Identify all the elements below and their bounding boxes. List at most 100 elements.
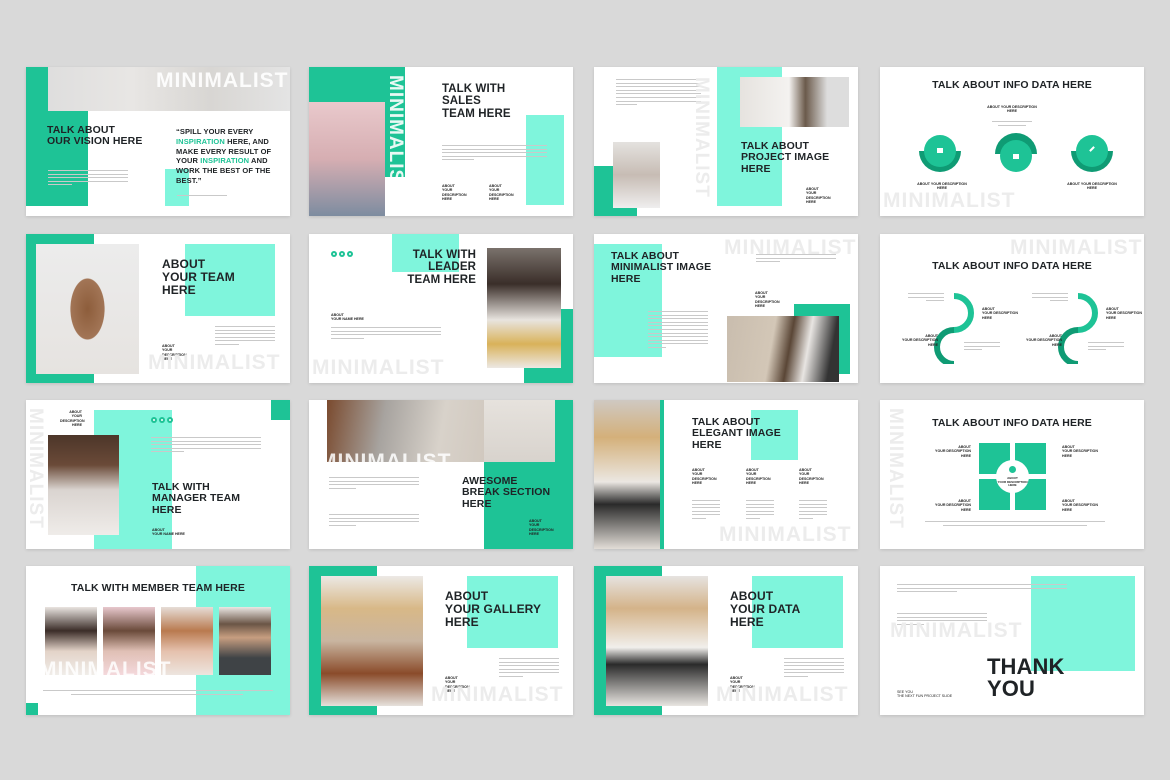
slide-title: TALK WITH MANAGER TEAM HERE <box>152 481 241 516</box>
slide-break-section[interactable]: MINIMALIST AWESOME BREAK SECTION HERE AB… <box>309 400 573 549</box>
body-text <box>616 79 701 108</box>
body-text <box>442 145 547 163</box>
slide-leader-team[interactable]: TALK WITH LEADER TEAM HERE ABOUT YOUR NA… <box>309 234 573 383</box>
slide-thank-you[interactable]: MINIMALIST THANK YOU SEE YOU THE NEXT FU… <box>880 566 1144 715</box>
slide-info-data-2[interactable]: MINIMALIST TALK ABOUT INFO DATA HERE ABO… <box>880 234 1144 383</box>
body-text <box>746 500 774 522</box>
watermark: MINIMALIST <box>883 189 1016 212</box>
arc <box>953 293 974 333</box>
caption: ABOUT YOUR NAME HERE <box>152 528 185 537</box>
slide-info-data-3[interactable]: MINIMALIST TALK ABOUT INFO DATA HERE ABO… <box>880 400 1144 549</box>
slide-title: TALK ABOUT MINIMALIST IMAGE HERE <box>611 250 712 285</box>
mail-icon[interactable] <box>159 417 165 423</box>
slide-title: TALK WITH MEMBER TEAM HERE <box>71 582 245 594</box>
body-text <box>648 311 708 351</box>
watermark: MINIMALIST <box>719 523 852 546</box>
slide-title: TALK ABOUT OUR VISION HERE <box>47 124 143 148</box>
slide-about-data[interactable]: ABOUT YOUR DATA HERE ABOUT YOUR DESCRIPT… <box>594 566 858 715</box>
body-text <box>925 521 1105 528</box>
body-text <box>1032 293 1068 304</box>
watermark: MINIMALIST <box>148 351 281 374</box>
body-text <box>48 170 128 188</box>
watermark: MINIMALIST <box>431 683 564 706</box>
body-text <box>499 658 559 680</box>
caption: ABOUT YOUR DESCRIPTION HERE <box>1062 499 1098 512</box>
woman-back-photo <box>36 244 139 374</box>
watermark: MINIMALIST <box>1010 236 1143 259</box>
watermark: MINIMALIST <box>26 408 46 529</box>
hands-photo <box>727 316 839 382</box>
watermark: MINIMALIST <box>691 77 712 198</box>
slide-about-gallery[interactable]: ABOUT YOUR GALLERY HERE ABOUT YOUR DESCR… <box>309 566 573 715</box>
caption: ABOUT YOUR DESCRIPTION HERE <box>1067 182 1117 191</box>
slide-manager-team[interactable]: MINIMALIST ABOUT YOUR DESCRIPTION HERE T… <box>26 400 290 549</box>
caption: ABOUT YOUR DESCRIPTION HERE <box>1106 307 1142 320</box>
woman-with-book-photo <box>606 576 708 706</box>
body-text <box>151 437 261 455</box>
body-text <box>329 514 419 528</box>
bed-photo-right <box>484 400 555 462</box>
body-text <box>992 121 1032 128</box>
slide-title: TALK ABOUT INFO DATA HERE <box>932 260 1092 272</box>
chat-icon[interactable] <box>347 251 353 257</box>
caption: ABOUT YOUR DESCRIPTION HERE <box>60 410 85 427</box>
caption: ABOUT YOUR DESCRIPTION HERE <box>692 468 717 485</box>
curly-hair-photo <box>48 435 119 535</box>
slide-project-image[interactable]: MINIMALIST TALK ABOUT PROJECT IMAGE HERE… <box>594 67 858 216</box>
caption: SEE YOU THE NEXT FUN PROJECT SLIDE <box>897 690 953 699</box>
caption: ABOUT YOUR DESCRIPTION HERE <box>489 184 514 201</box>
watermark: MINIMALIST <box>716 683 849 706</box>
woman-photo <box>613 142 660 208</box>
body-text <box>908 293 944 304</box>
caption: ABOUT YOUR DESCRIPTION HERE <box>442 184 467 201</box>
mail-icon[interactable] <box>339 251 345 257</box>
caption: ABOUT YOUR DESCRIPTION HERE <box>935 499 971 512</box>
slide-title: TALK ABOUT PROJECT IMAGE HERE <box>741 140 830 175</box>
slide-sales-team[interactable]: MINIMALIST TALK WITH SALES TEAM HERE ABO… <box>309 67 573 216</box>
accent-block <box>26 703 38 715</box>
phone-icon[interactable] <box>151 417 157 423</box>
pencil-icon <box>1076 135 1108 167</box>
slide-title: ABOUT YOUR TEAM HERE <box>162 257 235 297</box>
slide-vision[interactable]: MINIMALIST TALK ABOUT OUR VISION HERE “S… <box>26 67 290 216</box>
quote: “SPILL YOUR EVERY INSPIRATION HERE, AND … <box>176 127 272 185</box>
watermark: MINIMALIST <box>156 69 289 92</box>
caption: ABOUT YOUR DESCRIPTION HERE <box>902 334 938 347</box>
slide-about-team[interactable]: ABOUT YOUR TEAM HERE ABOUT YOUR DESCRIPT… <box>26 234 290 383</box>
accent-block <box>271 400 290 420</box>
slide-title: AWESOME BREAK SECTION HERE <box>462 475 551 510</box>
slide-title: TALK WITH LEADER TEAM HERE <box>407 249 476 286</box>
watermark: MINIMALIST <box>312 356 445 379</box>
body-text <box>756 254 836 265</box>
body-text <box>692 500 720 522</box>
globe-icon <box>1009 466 1016 473</box>
caption: ABOUT YOUR NAME HERE <box>331 313 364 322</box>
caption: ABOUT YOUR DESCRIPTION HERE <box>982 307 1018 320</box>
body-text <box>215 326 275 348</box>
social-icons <box>151 417 173 423</box>
body-text <box>799 500 827 522</box>
body-text <box>1088 342 1124 353</box>
accent-stripe <box>660 400 664 549</box>
member-photo-4 <box>219 607 271 675</box>
watermark: MINIMALIST <box>39 658 172 681</box>
chat-icon[interactable] <box>167 417 173 423</box>
caption: ABOUT YOUR DESCRIPTION HERE <box>1026 334 1062 347</box>
caption: ABOUT YOUR DESCRIPTION HERE <box>529 519 554 536</box>
slide-info-data-1[interactable]: TALK ABOUT INFO DATA HERE ABOUT YOUR DES… <box>880 67 1144 216</box>
body-text <box>331 327 441 341</box>
slide-member-team[interactable]: TALK WITH MEMBER TEAM HERE MINIMALIST <box>26 566 290 715</box>
caption: ABOUT YOUR DESCRIPTION HERE <box>997 476 1028 488</box>
phone-icon[interactable] <box>331 251 337 257</box>
arc <box>1058 327 1079 364</box>
slide-minimalist-image[interactable]: MINIMALIST TALK ABOUT MINIMALIST IMAGE H… <box>594 234 858 383</box>
caption: ABOUT YOUR DESCRIPTION HERE <box>935 445 971 458</box>
woman-portrait-photo <box>309 102 385 216</box>
slide-title: TALK WITH SALES TEAM HERE <box>442 83 511 120</box>
body-text <box>784 658 844 680</box>
body-text <box>897 584 1067 595</box>
slide-elegant-image[interactable]: TALK ABOUT ELEGANT IMAGE HERE ABOUT YOUR… <box>594 400 858 549</box>
slide-title: THANK YOU <box>987 654 1065 701</box>
book-photo <box>740 77 849 127</box>
woman-reading-photo <box>321 576 423 706</box>
